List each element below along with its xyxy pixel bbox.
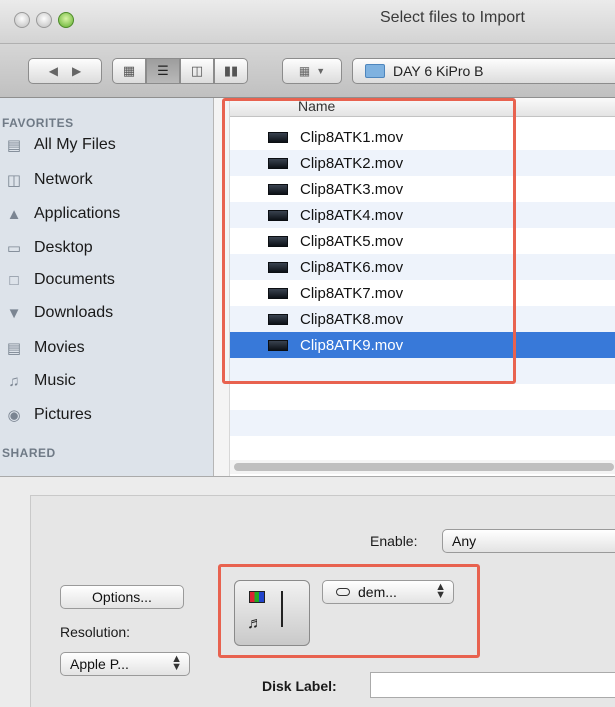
movie-file-icon [268,235,288,247]
coverflow-view-button[interactable]: ▮▮ [214,58,248,84]
pictures-icon: ◉ [7,407,21,424]
disk-label-label: Disk Label: [262,678,337,694]
icon-view-icon: ▦ [122,63,136,78]
column-view-button[interactable]: ◫ [180,58,214,84]
column-view-icon: ◫ [190,63,204,78]
file-list: Name Clip8ATK1.mov Clip8ATK2.mov Clip8AT… [230,98,615,476]
arrange-icon: ▦ [298,64,311,78]
file-row[interactable]: Clip8ATK3.mov [230,176,615,202]
all-files-icon: ▤ [6,137,22,154]
resolution-popup[interactable]: Apple P... ▲ ▼ [60,652,190,676]
network-icon: ◫ [6,172,22,189]
sidebar-item-applications[interactable]: ▲ Applications [7,199,121,229]
sidebar-item-downloads[interactable]: ▼ Downloads [7,298,114,328]
file-row[interactable]: Clip8ATK8.mov [230,306,615,332]
video-icon [249,591,265,603]
sidebar: FAVORITES ▤ All My Files ◫ Network ▲ App… [0,98,214,476]
minimize-window-button[interactable] [36,12,52,28]
file-row[interactable]: Clip8ATK7.mov [230,280,615,306]
name-column-header[interactable]: Name [230,98,615,117]
documents-icon: □ [9,272,19,289]
speaker-icon: ♬ [247,615,263,632]
desktop-icon: ▭ [6,240,22,257]
list-view-button[interactable]: ☰ [146,58,180,84]
device-icon [336,588,350,596]
file-row[interactable]: Clip8ATK6.mov [230,254,615,280]
sidebar-item-all-my-files[interactable]: ▤ All My Files [7,130,116,160]
sidebar-item-documents[interactable]: □ Documents [9,265,114,295]
disk-label-field[interactable] [370,672,615,698]
movie-file-icon [268,131,288,143]
downloads-icon: ▼ [6,305,22,322]
toolbar: ◀ ▶ ▦ ☰ ◫ ▮▮ ▦ ▼ DAY 6 KiPro B [0,44,615,98]
movie-file-icon [268,287,288,299]
forward-icon[interactable]: ▶ [72,64,81,78]
sidebar-item-movies[interactable]: ▤ Movies [7,333,85,363]
file-row[interactable]: Clip8ATK5.mov [230,228,615,254]
movie-file-icon [268,157,288,169]
device-popup[interactable]: dem... ▲ ▼ [322,580,454,604]
empty-row [230,410,615,436]
movie-file-icon [268,313,288,325]
close-window-button[interactable] [14,12,30,28]
back-icon[interactable]: ◀ [49,64,58,78]
window-title: Select files to Import [380,9,525,26]
file-row[interactable]: Clip8ATK4.mov [230,202,615,228]
folder-icon [365,64,385,78]
file-row[interactable]: Clip8ATK1.mov [230,124,615,150]
list-view-icon: ☰ [157,63,169,78]
zoom-window-button[interactable] [58,12,74,28]
music-icon: ♫ [8,373,20,390]
path-label: DAY 6 KiPro B [393,63,484,79]
enable-popup[interactable]: Any [442,529,615,553]
audio-video-toggle-button[interactable]: ♬ [234,580,310,646]
movie-file-icon [268,339,288,351]
file-row-selected[interactable]: Clip8ATK9.mov [230,332,615,358]
sidebar-item-desktop[interactable]: ▭ Desktop [7,233,93,263]
options-button[interactable]: Options... [60,585,184,609]
enable-label: Enable: [370,533,418,549]
popup-arrows-icon: ▲ ▼ [171,653,182,673]
movie-file-icon [268,261,288,273]
favorites-header: FAVORITES [2,116,74,130]
import-dialog: Select files to Import ◀ ▶ ▦ ☰ ◫ ▮▮ ▦ ▼ … [0,0,615,707]
movie-file-icon [268,183,288,195]
sidebar-splitter[interactable] [214,98,230,476]
link-bracket-icon [273,591,283,627]
resolution-label: Resolution: [60,624,131,640]
popup-arrows-icon: ▲ ▼ [435,581,446,601]
icon-view-button[interactable]: ▦ [112,58,146,84]
coverflow-icon: ▮▮ [223,63,239,78]
shared-header: SHARED [2,446,56,460]
file-row[interactable]: Clip8ATK2.mov [230,150,615,176]
applications-icon: ▲ [6,206,22,223]
sidebar-item-pictures[interactable]: ◉ Pictures [7,400,91,430]
sidebar-item-music[interactable]: ♫ Music [8,366,75,396]
title-bar: Select files to Import [0,0,615,44]
back-forward-control[interactable]: ◀ ▶ [28,58,102,84]
movie-file-icon [268,209,288,221]
path-popup[interactable]: DAY 6 KiPro B [352,58,615,84]
scrollbar-thumb[interactable] [234,463,614,471]
sidebar-item-network[interactable]: ◫ Network [7,165,93,195]
arrange-button[interactable]: ▦ ▼ [282,58,342,84]
chevron-down-icon: ▼ [316,66,326,76]
horizontal-scrollbar[interactable] [230,460,615,474]
empty-row [230,358,615,384]
movies-icon: ▤ [6,340,22,357]
